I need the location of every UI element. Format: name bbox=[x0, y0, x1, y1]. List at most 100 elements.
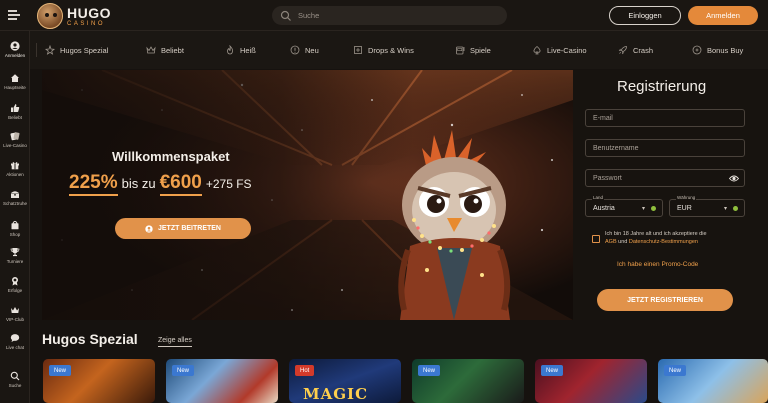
sidebar-item-label: Live chat bbox=[5, 345, 24, 350]
sidebar-item-live-chat[interactable]: Live chat bbox=[0, 333, 30, 350]
sidebar-item-label: Beliebt bbox=[8, 115, 22, 120]
sidebar-item-live-casino[interactable]: Live-Casino bbox=[0, 131, 30, 148]
join-now-label: JETZT BEITRETEN bbox=[157, 225, 221, 232]
tab-spiele[interactable]: Spiele bbox=[455, 44, 491, 56]
search-input[interactable] bbox=[298, 11, 498, 20]
email-field[interactable]: E-mail bbox=[585, 109, 745, 127]
sidebar-item-label: VIP-Club bbox=[5, 317, 24, 322]
sidebar-item-tournaments[interactable]: Turniere bbox=[0, 247, 30, 264]
bonus-buy-icon bbox=[692, 45, 702, 55]
join-now-button[interactable]: JETZT BEITRETEN bbox=[115, 218, 251, 239]
tab-heiss[interactable]: Heiß bbox=[225, 44, 256, 56]
gift-icon bbox=[11, 162, 19, 170]
tab-label: Beliebt bbox=[161, 45, 184, 55]
privacy-link[interactable]: Datenschutz-Bestimmungen bbox=[629, 239, 698, 245]
search-icon bbox=[280, 10, 291, 21]
tab-bonus-buy[interactable]: Bonus Buy bbox=[692, 44, 743, 56]
tab-beliebt[interactable]: Beliebt bbox=[146, 44, 184, 56]
game-tile[interactable]: New bbox=[166, 359, 278, 403]
menu-toggle-icon[interactable] bbox=[8, 10, 20, 20]
sidebar-item-shop[interactable]: Shop bbox=[0, 220, 30, 237]
logo-subtext: CASINO bbox=[67, 20, 106, 27]
tab-label: Spiele bbox=[470, 45, 491, 55]
sidebar-item-label: Turniere bbox=[6, 259, 24, 264]
section-title: Hugos Spezial bbox=[42, 331, 138, 347]
rocket-icon bbox=[618, 46, 627, 55]
username-field[interactable]: Benutzername bbox=[585, 139, 745, 157]
game-tile[interactable]: New bbox=[412, 359, 524, 403]
promo-code-link[interactable]: Ich habe einen Promo-Code bbox=[617, 261, 698, 268]
user-icon bbox=[10, 41, 20, 51]
password-field[interactable]: Passwort bbox=[585, 169, 745, 187]
game-tile[interactable]: Hot MAGIC bbox=[289, 359, 401, 403]
top-header: HUGO CASINO Einloggen Anmelden bbox=[0, 0, 768, 31]
sidebar-item-home[interactable]: Hauptseite bbox=[0, 73, 30, 90]
tab-hugos-spezial[interactable]: Hugos Spezial bbox=[45, 44, 108, 56]
new-icon bbox=[290, 45, 300, 55]
achievement-icon bbox=[12, 277, 18, 286]
hero-title: Willkommenspaket bbox=[112, 149, 230, 164]
tab-drops-wins[interactable]: Drops & Wins bbox=[353, 44, 414, 56]
tab-label: Live-Casino bbox=[547, 45, 587, 55]
category-nav: Hugos Spezial Beliebt Heiß Neu Drops & W… bbox=[30, 31, 768, 69]
tab-label: Crash bbox=[633, 45, 654, 55]
consent-text: Ich bin 18 Jahre alt und ich akzeptiere … bbox=[605, 231, 707, 237]
terms-checkbox[interactable] bbox=[592, 235, 600, 243]
login-button[interactable]: Einloggen bbox=[609, 6, 681, 25]
terms-consent: Ich bin 18 Jahre alt und ich akzeptiere … bbox=[592, 231, 752, 247]
hero-banner: Willkommenspaket 225% bis zu €600 +275 F… bbox=[42, 70, 573, 320]
game-tile[interactable]: New bbox=[658, 359, 768, 403]
show-all-link[interactable]: Zeige alles bbox=[158, 337, 192, 347]
currency-label: Währung bbox=[676, 195, 697, 200]
hero-content: Willkommenspaket 225% bis zu €600 +275 F… bbox=[42, 70, 573, 320]
sidebar-item-achievements[interactable]: Erfolge bbox=[0, 276, 30, 293]
home-icon bbox=[11, 74, 19, 82]
search-bar[interactable] bbox=[272, 6, 507, 25]
tab-crash[interactable]: Crash bbox=[618, 44, 653, 56]
treasure-chest-icon bbox=[11, 191, 19, 198]
sidebar-item-treasure-chest[interactable]: Schatztruhe bbox=[0, 189, 30, 206]
sidebar-item-promotions[interactable]: Aktionen bbox=[0, 160, 30, 177]
country-select[interactable]: Land Austria ▾ bbox=[585, 195, 663, 217]
sidebar-item-label: Erfolge bbox=[7, 288, 23, 293]
logo[interactable]: HUGO CASINO bbox=[37, 3, 111, 29]
tab-neu[interactable]: Neu bbox=[290, 44, 319, 56]
shopping-bag-icon bbox=[11, 220, 19, 230]
sidebar-item-login[interactable]: Anmelden bbox=[0, 41, 30, 58]
divider bbox=[36, 43, 37, 57]
terms-link[interactable]: AGB bbox=[605, 239, 617, 245]
eye-icon[interactable] bbox=[729, 174, 739, 183]
badge-new: New bbox=[49, 365, 72, 376]
offer-extra: +275 FS bbox=[205, 177, 252, 191]
consent-and: und bbox=[618, 238, 628, 245]
badge-new: New bbox=[541, 365, 564, 376]
sidebar-item-popular[interactable]: Beliebt bbox=[0, 103, 30, 120]
sidebar-item-label: Schatztruhe bbox=[2, 201, 27, 206]
tab-label: Drops & Wins bbox=[368, 45, 414, 55]
country-value: Austria bbox=[593, 204, 615, 212]
tab-label: Hugos Spezial bbox=[60, 45, 109, 55]
signup-button[interactable]: Anmelden bbox=[688, 6, 758, 25]
trophy-icon bbox=[10, 248, 20, 257]
special-icon bbox=[45, 45, 55, 55]
sidebar-item-search[interactable]: Suche bbox=[0, 371, 30, 388]
thumbs-up-icon bbox=[11, 104, 20, 112]
game-tile[interactable]: New bbox=[43, 359, 155, 403]
sidebar-item-label: Aktionen bbox=[6, 172, 24, 177]
sidebar: Anmelden Hauptseite Beliebt Live-Casino … bbox=[0, 31, 30, 403]
offer-middle: bis zu bbox=[121, 176, 156, 191]
sidebar-item-vip-club[interactable]: VIP-Club bbox=[0, 305, 30, 322]
sidebar-item-label: Hauptseite bbox=[4, 85, 26, 90]
sidebar-item-label: Live-Casino bbox=[3, 143, 27, 148]
register-submit-button[interactable]: JETZT REGISTRIEREN bbox=[597, 289, 733, 311]
owl-logo-icon bbox=[37, 3, 63, 29]
sidebar-item-label: Shop bbox=[9, 232, 21, 237]
tab-live-casino[interactable]: Live-Casino bbox=[532, 44, 587, 56]
valid-indicator-icon bbox=[651, 206, 656, 211]
valid-indicator-icon bbox=[733, 206, 738, 211]
chevron-down-icon: ▾ bbox=[641, 206, 645, 212]
game-tile[interactable]: New bbox=[535, 359, 647, 403]
currency-select[interactable]: Währung EUR ▾ bbox=[669, 195, 745, 217]
registration-panel: Registrierung E-mail Benutzername Passwo… bbox=[573, 70, 768, 320]
crown-icon bbox=[11, 307, 19, 313]
